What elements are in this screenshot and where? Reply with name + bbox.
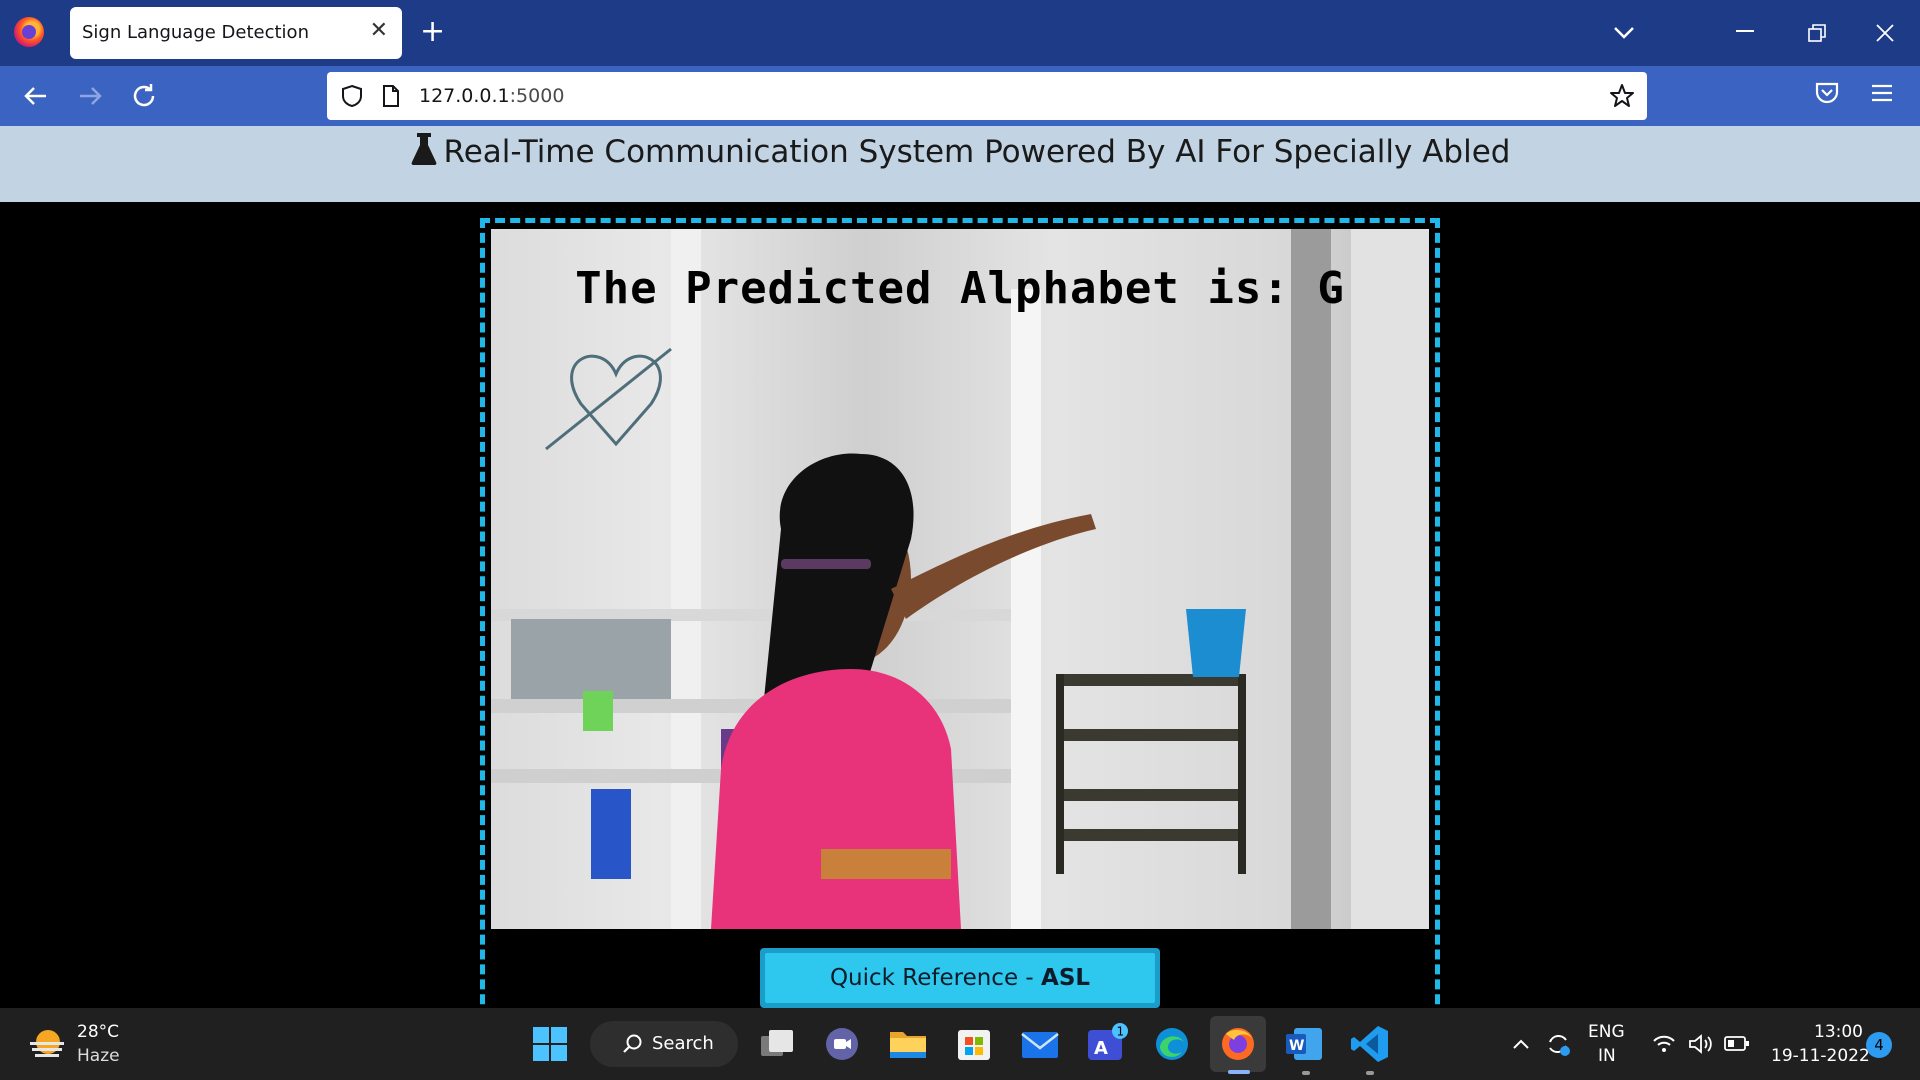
webcam-feed-image: The Predicted Alphabet is: G [491,229,1429,929]
firefox-logo-icon[interactable] [14,17,44,47]
search-icon [623,1034,642,1053]
tab-close-icon[interactable]: ✕ [370,19,388,43]
clock-time[interactable]: 13:00 [1814,1022,1863,1042]
new-tab-button[interactable]: + [420,14,445,50]
search-label: Search [652,1033,714,1054]
url-port: :5000 [509,85,565,107]
chevron-down-icon[interactable] [1610,18,1638,46]
authenticator-app-icon[interactable]: A 1 [1084,1022,1128,1066]
page-title-text: Real-Time Communication System Powered B… [443,134,1511,170]
teams-chat-icon[interactable] [820,1022,864,1066]
shield-icon[interactable] [341,84,363,108]
firefox-taskbar-button[interactable] [1210,1016,1266,1072]
svg-text:A: A [1094,1038,1108,1059]
bookmark-star-icon[interactable] [1609,83,1635,109]
back-arrow-icon[interactable] [20,80,52,112]
task-view-icon[interactable] [755,1022,799,1066]
page-content: Real-Time Communication System Powered B… [0,126,1920,1064]
reload-icon[interactable] [128,80,160,112]
firefox-active-indicator [1228,1070,1250,1074]
weather-temperature[interactable]: 28°C [77,1022,119,1042]
page-info-icon[interactable] [381,84,401,108]
mail-icon[interactable] [1018,1022,1062,1066]
svg-text:W: W [1289,1038,1304,1054]
word-running-indicator [1302,1071,1310,1075]
hamburger-menu-icon[interactable] [1870,82,1894,104]
windows-taskbar: 28°C Haze Search A 1 W ENG IN 13:00 19-1… [0,1008,1920,1080]
microsoft-store-icon[interactable] [952,1022,996,1066]
url-text[interactable]: 127.0.0.1:5000 [419,85,564,107]
forward-arrow-icon[interactable] [74,80,106,112]
wifi-icon[interactable] [1652,1034,1676,1054]
video-feed-frame: The Predicted Alphabet is: G [480,218,1440,1064]
page-title: Real-Time Communication System Powered B… [0,132,1920,170]
quick-reference-label: Quick Reference - ASL Alphabets [765,953,1155,1041]
url-host: 127.0.0.1 [419,85,510,107]
minimize-icon[interactable] [1736,30,1754,34]
firefox-icon [1222,1028,1254,1060]
tab-sign-language-detection[interactable]: Sign Language Detection ✕ [70,7,402,59]
weather-condition[interactable]: Haze [77,1046,120,1066]
vscode-running-indicator [1366,1071,1374,1075]
file-explorer-icon[interactable] [886,1022,930,1066]
app-badge-count: 1 [1117,1025,1125,1039]
close-window-icon[interactable] [1876,24,1894,42]
language-indicator-bottom[interactable]: IN [1598,1046,1616,1066]
battery-icon[interactable] [1724,1034,1750,1054]
quick-reference-prefix: Quick Reference - [829,965,1042,991]
weather-haze-icon[interactable] [28,1028,66,1062]
edge-browser-icon[interactable] [1150,1022,1194,1066]
tab-title: Sign Language Detection [82,22,309,43]
prediction-overlay-text: The Predicted Alphabet is: G [575,263,1345,314]
pocket-icon[interactable] [1814,80,1840,106]
header-band: Real-Time Communication System Powered B… [0,126,1920,202]
restore-icon[interactable] [1808,24,1826,42]
clock-date[interactable]: 19-11-2022 [1771,1046,1870,1066]
sync-icon[interactable] [1544,1030,1572,1058]
address-bar[interactable]: 127.0.0.1:5000 [327,72,1647,120]
word-icon[interactable]: W [1282,1022,1326,1066]
show-hidden-icons-chevron-icon[interactable] [1512,1038,1530,1050]
webcam-scene-illustration [491,229,1429,929]
tab-bar: Sign Language Detection ✕ + [0,0,1920,66]
language-indicator-top[interactable]: ENG [1588,1022,1625,1042]
windows-start-icon[interactable] [528,1022,572,1066]
volume-icon[interactable] [1688,1032,1714,1056]
taskbar-search-button[interactable]: Search [590,1021,738,1067]
vscode-icon[interactable] [1348,1022,1392,1066]
notification-count-badge[interactable]: 4 [1866,1032,1892,1058]
navigation-toolbar: 127.0.0.1:5000 [0,66,1920,126]
flask-icon [411,133,436,165]
quick-reference-button[interactable]: Quick Reference - ASL Alphabets [760,948,1160,1041]
